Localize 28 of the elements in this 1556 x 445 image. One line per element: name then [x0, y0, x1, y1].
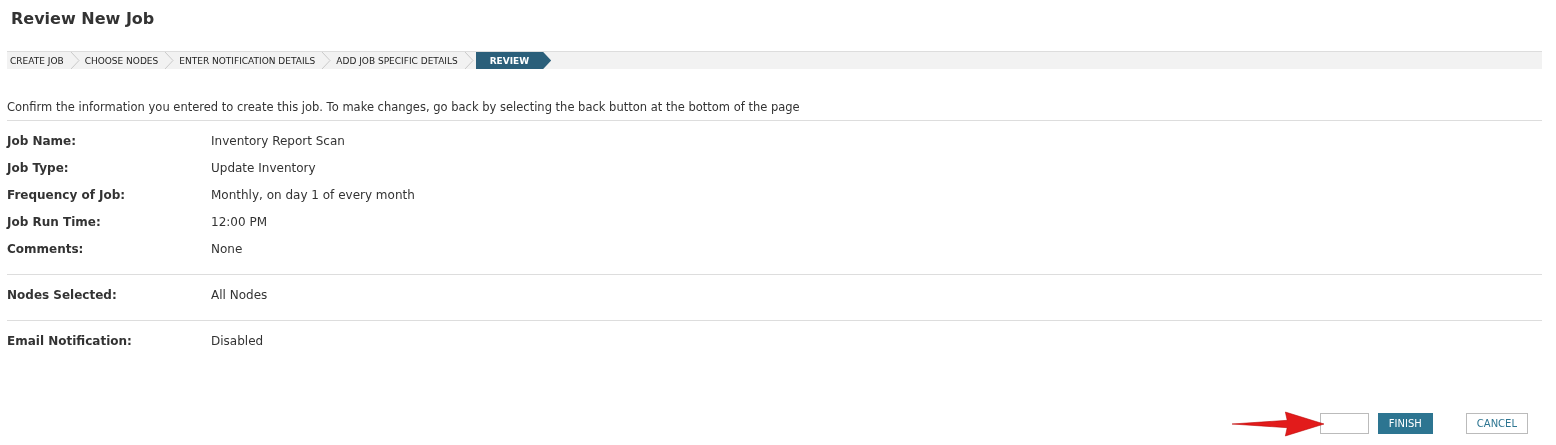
field-label: Frequency of Job:: [7, 187, 127, 202]
field-label: Job Type:: [7, 160, 70, 175]
field-value: Monthly, on day 1 of every month: [211, 187, 415, 202]
field-value: Update Inventory: [211, 160, 316, 175]
back-button[interactable]: [1319, 413, 1369, 434]
field-value: Inventory Report Scan: [211, 133, 345, 148]
field-value: 12:00 PM: [211, 214, 267, 229]
field-label: Nodes Selected:: [7, 287, 118, 302]
field-label: Job Name:: [7, 133, 78, 148]
field-label: Job Run Time:: [7, 214, 102, 229]
chevron-icon: [321, 52, 334, 69]
wizard-step[interactable]: ADD JOB SPECIFIC DETAILS: [333, 52, 476, 69]
chevron-icon: [164, 52, 177, 69]
field-value: All Nodes: [211, 287, 268, 302]
wizard-step[interactable]: REVIEW: [475, 52, 552, 69]
field-value: None: [211, 241, 243, 256]
wizard-step[interactable]: CHOOSE NODES: [81, 52, 177, 69]
field-label: Email Notification:: [7, 333, 133, 348]
finish-button[interactable]: FINISH: [1377, 413, 1433, 434]
chevron-icon: [69, 52, 82, 69]
chevron-icon: [463, 52, 476, 69]
field-value: Disabled: [211, 333, 264, 348]
wizard-step[interactable]: CREATE JOB: [7, 52, 82, 69]
intro-text: Confirm the information you entered to create this job. To make changes, go back by selecting the back button at the bottom of the page: [7, 100, 1542, 121]
field-label: Comments:: [7, 241, 85, 256]
page-title: Review New Job: [10, 8, 156, 30]
cancel-button[interactable]: CANCEL: [1465, 413, 1528, 434]
wizard-step[interactable]: ENTER NOTIFICATION DETAILS: [176, 52, 334, 69]
